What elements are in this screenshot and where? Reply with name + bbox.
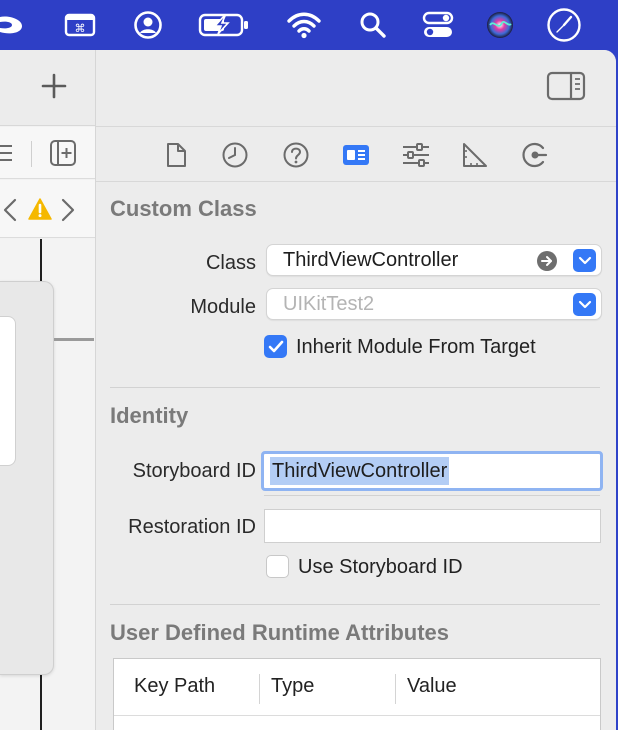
column-header-key-path[interactable]: Key Path [134, 675, 215, 698]
module-label: Module [190, 296, 256, 318]
connections-inspector-icon[interactable] [520, 141, 550, 169]
siri-icon[interactable] [484, 7, 516, 43]
custom-class-title: Custom Class [110, 196, 257, 221]
attributes-inspector-icon[interactable] [401, 141, 431, 169]
class-label: Class [205, 252, 256, 274]
restoration-id-field[interactable] [264, 509, 601, 543]
restoration-id-label: Restoration ID [128, 516, 256, 538]
wifi-icon[interactable] [286, 7, 322, 43]
runtime-attributes-table[interactable]: Key Path Type Value [113, 658, 601, 730]
storyboard-id-label: Storyboard ID [132, 460, 256, 482]
storyboard-canvas[interactable] [0, 239, 95, 730]
add-button[interactable] [38, 70, 70, 102]
inherit-module-checkbox[interactable] [264, 335, 287, 358]
toggle-inspector-button[interactable] [546, 70, 586, 102]
jumpbar-divider [31, 141, 32, 167]
table-header-divider [114, 715, 600, 716]
editor-jump-bar [0, 127, 95, 179]
use-storyboard-id-checkbox[interactable] [266, 555, 289, 578]
chevron-down-icon[interactable] [573, 249, 596, 272]
editor-area [0, 50, 96, 730]
inherit-module-label[interactable]: Inherit Module From Target [296, 336, 536, 359]
file-inspector-icon[interactable] [161, 141, 191, 169]
app-icon[interactable] [0, 7, 26, 43]
module-combobox[interactable]: UIKitTest2 [266, 288, 602, 320]
column-header-value[interactable]: Value [407, 675, 457, 698]
scene-card[interactable] [0, 281, 54, 675]
class-combobox[interactable]: ThirdViewController [266, 244, 602, 276]
history-inspector-icon[interactable] [220, 141, 250, 169]
module-placeholder: UIKitTest2 [283, 293, 375, 315]
user-account-icon[interactable] [132, 7, 164, 43]
xcode-window: Custom Class Class ThirdViewController M… [0, 50, 616, 730]
go-to-class-icon[interactable] [537, 251, 557, 271]
control-center-icon[interactable] [420, 7, 456, 43]
section-divider [110, 387, 600, 388]
chevron-left-icon[interactable] [2, 198, 18, 222]
spotlight-search-icon[interactable] [358, 7, 388, 43]
column-header-type[interactable]: Type [271, 675, 314, 698]
add-editor-icon[interactable] [49, 139, 77, 167]
inspector-tabs [96, 127, 616, 182]
storyboard-id-field[interactable]: ThirdViewController [261, 451, 603, 491]
restoration-id-input[interactable] [271, 513, 594, 539]
inspector-toolbar [96, 50, 616, 127]
column-separator [395, 674, 396, 704]
scene-view[interactable] [0, 316, 16, 466]
quick-help-icon[interactable] [281, 141, 311, 169]
plus-icon [41, 73, 67, 99]
storyboard-id-value: ThirdViewController [270, 457, 450, 485]
checkmark-icon [268, 340, 283, 352]
editor-nav-bar [0, 180, 95, 238]
menu-bar: ⌘ [0, 0, 618, 50]
identity-title: Identity [110, 403, 189, 428]
clock-icon[interactable] [546, 7, 582, 43]
battery-charging-icon[interactable] [198, 7, 250, 43]
chevron-right-icon[interactable] [60, 198, 76, 222]
column-separator [259, 674, 260, 704]
inspector-panel: Custom Class Class ThirdViewController M… [96, 50, 616, 730]
class-value: ThirdViewController [283, 249, 459, 271]
scene-connector [54, 338, 94, 341]
use-storyboard-id-label[interactable]: Use Storyboard ID [298, 556, 463, 579]
sidebar-right-icon [546, 71, 586, 101]
runtime-attributes-title: User Defined Runtime Attributes [110, 620, 450, 645]
size-inspector-icon[interactable] [460, 141, 490, 169]
chevron-down-icon[interactable] [573, 293, 596, 316]
field-divider [264, 495, 600, 496]
editor-toolbar [0, 50, 95, 126]
list-options-icon[interactable] [0, 142, 14, 164]
section-divider [110, 604, 600, 605]
keyboard-viewer-icon[interactable]: ⌘ [64, 7, 96, 43]
warning-icon[interactable] [28, 198, 52, 220]
svg-text:⌘: ⌘ [75, 22, 86, 35]
identity-inspector-icon[interactable] [341, 141, 371, 169]
